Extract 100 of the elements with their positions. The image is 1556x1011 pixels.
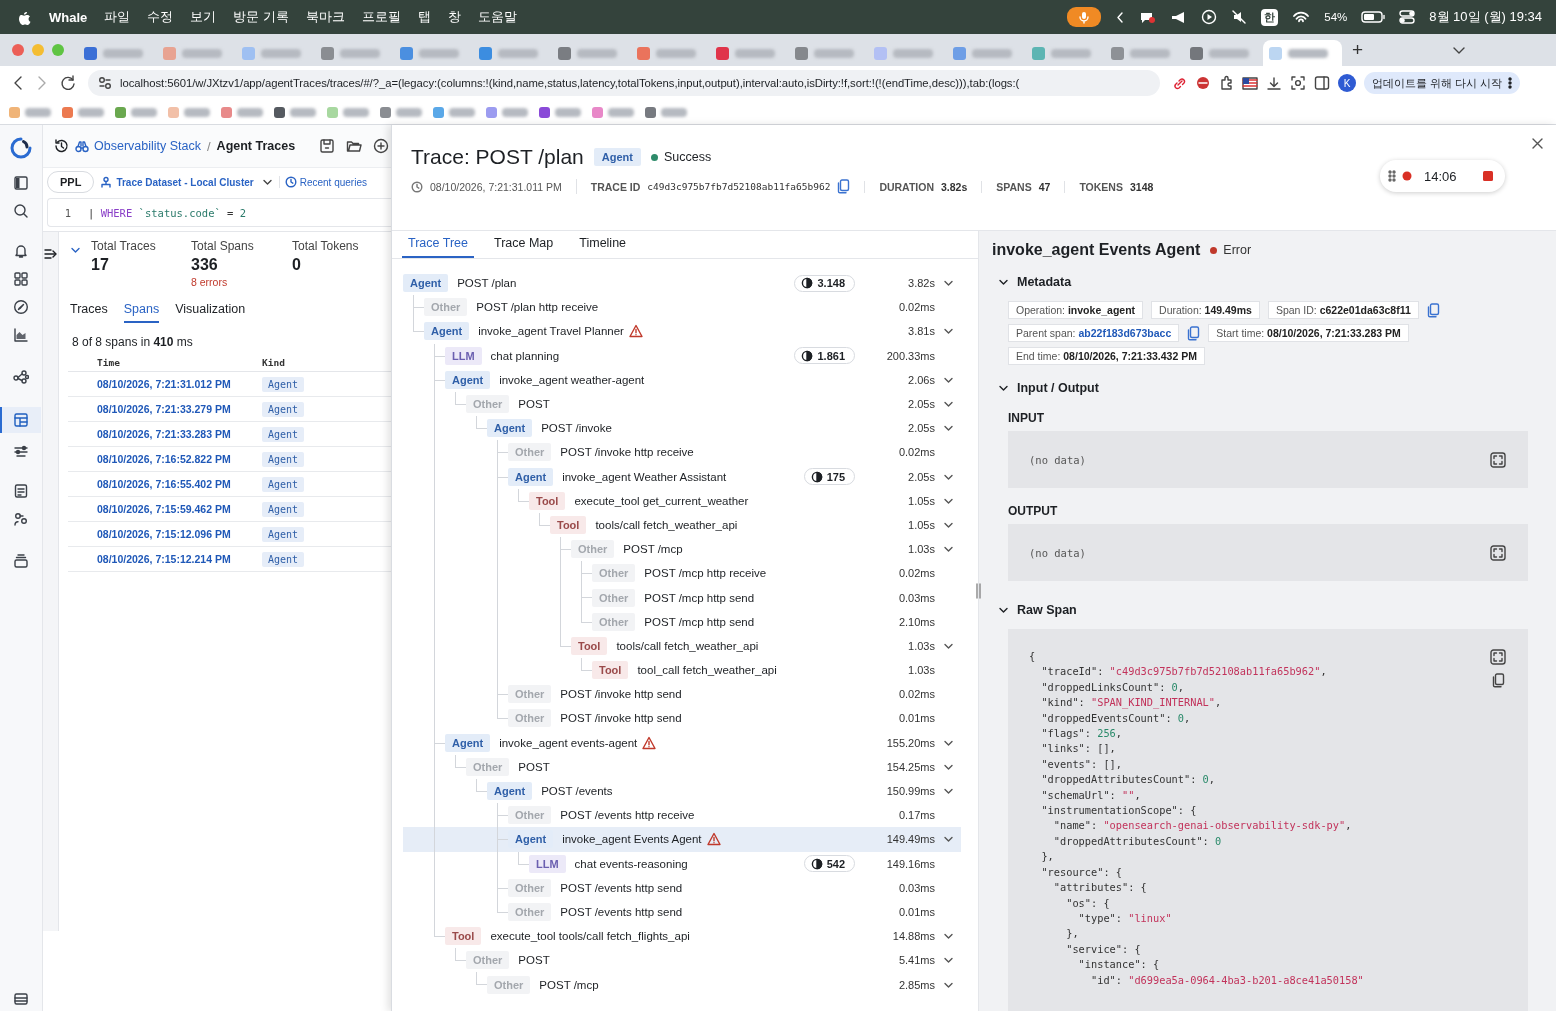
sidebar-icon[interactable] [1314,75,1330,91]
chevron-down-icon[interactable] [942,786,954,797]
breadcrumb-link[interactable]: Observability Stack [75,139,201,153]
parent-span-link[interactable]: ab22f183d673bacc [1078,327,1172,339]
tree-row[interactable]: Other POST /events http receive 0.17ms [403,803,961,828]
screenshot-icon[interactable] [1290,75,1306,91]
tree-row[interactable]: Other POST /mcp http send 0.03ms [403,585,961,610]
mute-icon[interactable] [1231,9,1248,25]
span-name[interactable]: POST /mcp [623,543,683,556]
tree-row[interactable]: Other POST /invoke http send 0.01ms [403,706,961,731]
expand-icon[interactable] [1490,451,1506,468]
language-selector[interactable]: PPL [47,171,95,193]
control-center-icon[interactable] [1399,9,1416,25]
tab[interactable]: Timeline [573,236,633,258]
flag-icon[interactable] [1242,75,1258,91]
new-tab-button[interactable]: + [1352,39,1364,61]
span-name[interactable]: POST [518,954,550,967]
menu-item[interactable]: 보기 [190,8,217,26]
collapse-sidebar-icon[interactable] [43,246,58,262]
span-name[interactable]: execute_tool get_current_weather [574,494,749,507]
time-link[interactable]: 08/10/2026, 7:15:12.214 PM [97,553,231,565]
span-name[interactable]: execute_tool tools/call fetch_flights_api [490,930,690,943]
menu-bar-clock[interactable]: 8월 10일 (월) 19:34 [1429,8,1542,26]
close-icon[interactable] [1531,137,1544,150]
chevron-down-icon[interactable] [998,605,1009,615]
time-link[interactable]: 08/10/2026, 7:16:52.822 PM [97,453,231,465]
tree-row[interactable]: Other POST 5.41ms [403,948,961,973]
menu-item[interactable]: 방문 기록 [233,8,289,26]
tree-row[interactable]: Other POST /plan http receive 0.02ms [403,295,961,320]
tree-row[interactable]: Other POST /mcp 2.85ms [403,972,961,997]
chevron-down-icon[interactable] [998,277,1009,287]
tree-row[interactable]: Tool tools/call fetch_weather_api 1.03s [403,633,961,658]
menu-item[interactable]: 수정 [147,8,174,26]
tab[interactable]: Trace Tree [402,236,474,258]
span-name[interactable]: chat planning [490,349,560,362]
wifi-icon[interactable] [1292,10,1311,24]
chevron-down-icon[interactable] [942,955,954,966]
span-name[interactable]: POST /events [541,785,613,798]
tree-row[interactable]: Other POST 154.25ms [403,754,961,779]
tree-row[interactable]: Agent invoke_agent events-agent 155.20ms [403,730,961,755]
span-name[interactable]: POST /invoke http send [560,712,682,725]
time-link[interactable]: 08/10/2026, 7:21:33.279 PM [97,403,231,415]
tree-row[interactable]: Agent invoke_agent Weather Assistant 175 2.05s [403,464,961,489]
span-name[interactable]: tool_call fetch_weather_api [637,664,777,677]
query-editor[interactable]: 1 | WHERE `status.code` = 2 [47,198,391,227]
time-link[interactable]: 08/10/2026, 7:21:31.012 PM [97,378,231,390]
span-name[interactable]: POST [518,398,550,411]
tab[interactable]: Traces [70,302,108,323]
span-name[interactable]: invoke_agent events-agent [499,736,638,749]
tree-row[interactable]: Tool execute_tool get_current_weather 1.05s [403,488,961,513]
window-control-icon[interactable] [12,44,24,56]
span-name[interactable]: chat events-reasoning [574,857,688,870]
chevron-down-icon[interactable] [942,399,954,410]
history-icon[interactable] [53,138,69,154]
tree-row[interactable]: Other POST 2.05s [403,391,961,417]
chevron-down-icon[interactable] [942,931,954,942]
resize-handle-icon[interactable] [975,583,982,599]
menu-item[interactable]: 탭 [417,8,431,26]
link-icon[interactable] [1172,75,1187,91]
span-name[interactable]: tools/call fetch_weather_api [595,518,738,531]
bookmark-favicon[interactable] [115,106,126,118]
app-logo-icon[interactable] [10,137,32,159]
tree-row[interactable]: Other POST /events http send 0.01ms [403,899,961,925]
app-name[interactable]: Whale [49,9,88,25]
bookmark-favicon[interactable] [274,106,285,118]
tree-row[interactable]: Agent invoke_agent Events Agent 149.49ms [403,827,961,852]
time-link[interactable]: 08/10/2026, 7:15:12.096 PM [97,528,231,540]
chevron-down-icon[interactable] [70,245,81,255]
chevron-down-icon[interactable] [998,383,1009,393]
menu-item[interactable]: 창 [447,8,461,26]
chevron-down-icon[interactable] [942,278,954,289]
tree-row[interactable]: Other POST /mcp http receive 0.02ms [403,561,961,586]
tree-row[interactable]: Other POST /invoke http receive 0.02ms [403,440,961,465]
tree-row[interactable]: Agent POST /events 150.99ms [403,778,961,804]
dataset-selector[interactable]: Trace Dataset - Local Cluster [100,176,273,188]
span-name[interactable]: POST /mcp http receive [644,567,767,580]
chevron-down-icon[interactable] [942,834,954,845]
chevron-down-icon[interactable] [942,326,954,337]
copy-icon[interactable] [1426,302,1440,318]
tree-row[interactable]: Tool tools/call fetch_weather_api 1.05s [403,512,961,538]
tree-row[interactable]: Tool execute_tool tools/call fetch_flights_api 14.88ms [403,924,961,949]
tree-row[interactable]: Agent invoke_agent Travel Planner 3.81s [403,319,961,344]
span-name[interactable]: POST /mcp http send [644,615,755,628]
tree-row[interactable]: Other POST /events http send 0.03ms [403,875,961,900]
menu-item[interactable]: 프로필 [361,8,401,26]
span-name[interactable]: POST /plan http receive [476,301,599,314]
menu-item[interactable]: 파일 [104,8,131,26]
download-icon[interactable] [1266,75,1282,91]
play-icon[interactable] [1201,9,1218,25]
section-header[interactable]: Metadata [992,275,1072,289]
copy-icon[interactable] [1492,673,1505,688]
update-button[interactable]: 업데이트를 위해 다시 시작 [1364,72,1521,94]
time-link[interactable]: 08/10/2026, 7:21:33.283 PM [97,428,231,440]
tree-row[interactable]: Agent POST /plan 3.148 3.82s [403,271,961,296]
section-header[interactable]: Input / Output [992,381,1099,395]
nav-item[interactable] [0,407,41,433]
time-link[interactable]: 08/10/2026, 7:16:55.402 PM [97,478,231,490]
span-name[interactable]: POST /mcp http send [644,591,755,604]
span-name[interactable]: invoke_agent Travel Planner [478,325,624,338]
puzzle-icon[interactable] [1219,75,1234,91]
